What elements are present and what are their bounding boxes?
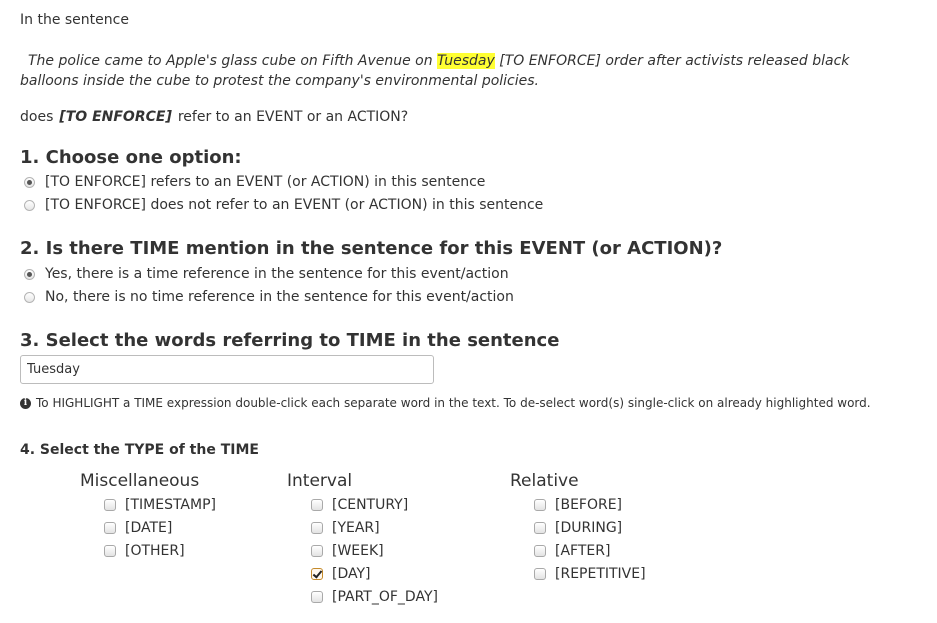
- checkbox-timestamp[interactable]: [TIMESTAMP]: [104, 497, 216, 513]
- question-prefix: does: [20, 109, 54, 125]
- intro-text: In the sentence: [20, 12, 129, 28]
- option-label: [TO ENFORCE] refers to an EVENT (or ACTI…: [45, 174, 486, 190]
- help-label: To HIGHLIGHT a TIME expression double-cl…: [36, 396, 871, 410]
- checkbox[interactable]: [534, 522, 546, 534]
- checkbox[interactable]: [311, 522, 323, 534]
- checkbox-label: [REPETITIVE]: [555, 566, 646, 582]
- info-icon: i: [20, 397, 31, 409]
- checkbox-label: [OTHER]: [125, 543, 185, 559]
- checkbox[interactable]: [104, 545, 116, 557]
- time-words-input[interactable]: [20, 355, 434, 384]
- checkbox[interactable]: [104, 522, 116, 534]
- checkbox[interactable]: [311, 499, 323, 511]
- radio-button[interactable]: [24, 291, 35, 303]
- checkbox-other[interactable]: [OTHER]: [104, 543, 185, 559]
- checkbox-checked[interactable]: [311, 568, 323, 580]
- question-target: [TO ENFORCE]: [59, 109, 172, 125]
- checkbox-label: [BEFORE]: [555, 497, 623, 513]
- radio-button[interactable]: [24, 176, 35, 188]
- section1-option-event[interactable]: [TO ENFORCE] refers to an EVENT (or ACTI…: [24, 174, 485, 190]
- checkbox-date[interactable]: [DATE]: [104, 520, 172, 536]
- checkbox-label: [PART_OF_DAY]: [332, 589, 438, 605]
- checkbox-label: [TIMESTAMP]: [125, 497, 216, 513]
- checkbox-repetitive[interactable]: [REPETITIVE]: [534, 566, 646, 582]
- checkbox-during[interactable]: [DURING]: [534, 520, 622, 536]
- checkbox[interactable]: [534, 545, 546, 557]
- option-label: Yes, there is a time reference in the se…: [45, 266, 509, 282]
- option-label: No, there is no time reference in the se…: [45, 289, 514, 305]
- checkbox[interactable]: [534, 499, 546, 511]
- event-question: does [TO ENFORCE] refer to an EVENT or an …: [20, 109, 408, 125]
- question-suffix: refer to an EVENT or an ACTION?: [177, 109, 409, 125]
- section2-title: 2. Is there TIME mention in the sentence…: [20, 238, 723, 259]
- checkbox[interactable]: [311, 591, 323, 603]
- checkbox[interactable]: [534, 568, 546, 580]
- radio-button[interactable]: [24, 268, 35, 280]
- checkbox[interactable]: [311, 545, 323, 557]
- checkbox-label: [DATE]: [125, 520, 173, 536]
- column-heading-relative: Relative: [510, 471, 579, 491]
- column-heading-miscellaneous: Miscellaneous: [80, 471, 200, 491]
- radio-button[interactable]: [24, 199, 35, 211]
- checkbox-label: [CENTURY]: [332, 497, 409, 513]
- checkbox-label: [YEAR]: [332, 520, 380, 536]
- section1-option-not-event[interactable]: [TO ENFORCE] does not refer to an EVENT …: [24, 197, 543, 213]
- checkbox-label: [DURING]: [555, 520, 623, 536]
- section3-title: 3. Select the words referring to TIME in…: [20, 330, 560, 351]
- section2-option-no[interactable]: No, there is no time reference in the se…: [24, 289, 514, 305]
- checkbox-label: [DAY]: [332, 566, 371, 582]
- checkbox-before[interactable]: [BEFORE]: [534, 497, 622, 513]
- checkbox-century[interactable]: [CENTURY]: [311, 497, 408, 513]
- checkbox-year[interactable]: [YEAR]: [311, 520, 380, 536]
- checkbox-after[interactable]: [AFTER]: [534, 543, 610, 559]
- option-label: [TO ENFORCE] does not refer to an EVENT …: [45, 197, 544, 213]
- section2-option-yes[interactable]: Yes, there is a time reference in the se…: [24, 266, 509, 282]
- checkbox[interactable]: [104, 499, 116, 511]
- checkbox-week[interactable]: [WEEK]: [311, 543, 384, 559]
- help-text: i To HIGHLIGHT a TIME expression double-…: [20, 396, 871, 410]
- section1-title: 1. Choose one option:: [20, 147, 242, 168]
- section4-title: 4. Select the TYPE of the TIME: [20, 442, 259, 458]
- checkbox-part-of-day[interactable]: [PART_OF_DAY]: [311, 589, 438, 605]
- sentence-before[interactable]: The police came to Apple's glass cube on…: [20, 53, 433, 69]
- checkbox-label: [AFTER]: [555, 543, 611, 559]
- checkbox-label: [WEEK]: [332, 543, 384, 559]
- column-heading-interval: Interval: [287, 471, 353, 491]
- highlighted-time-word[interactable]: Tuesday: [437, 53, 495, 69]
- annotated-sentence[interactable]: The police came to Apple's glass cube on…: [20, 51, 910, 91]
- checkbox-day[interactable]: [DAY]: [311, 566, 371, 582]
